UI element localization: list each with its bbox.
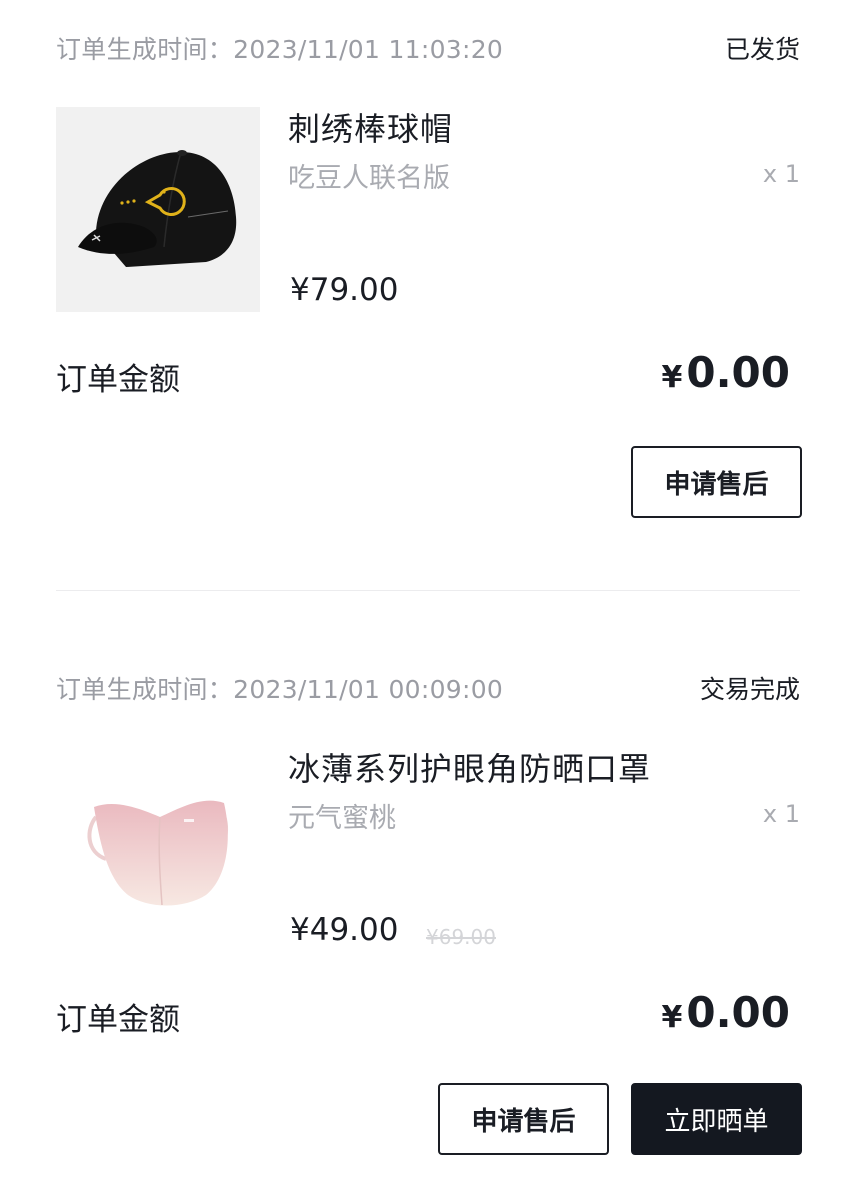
- created-time-label: 订单生成时间：: [56, 675, 234, 704]
- share-review-button[interactable]: 立即晒单: [631, 1083, 802, 1155]
- product-image[interactable]: [56, 107, 260, 312]
- product-image[interactable]: [56, 747, 260, 952]
- after-sale-button[interactable]: 申请售后: [631, 446, 802, 518]
- order-total-amount: ¥0.00: [661, 988, 790, 1037]
- product-title[interactable]: 冰薄系列护眼角防晒口罩: [288, 744, 651, 790]
- product-price: ¥79.00: [290, 272, 399, 308]
- total-value: 0.00: [686, 348, 790, 397]
- order-card: 订单生成时间：2023/11/01 11:03:20 已发货 刺绣棒球帽 吃豆人…: [0, 0, 856, 591]
- product-quantity: x 1: [762, 800, 800, 828]
- product-variant: 元气蜜桃: [288, 803, 396, 834]
- after-sale-button[interactable]: 申请售后: [438, 1083, 609, 1155]
- order-list-page: 订单生成时间：2023/11/01 11:03:20 已发货 刺绣棒球帽 吃豆人…: [0, 0, 856, 1192]
- created-time-value: 2023/11/01 11:03:20: [233, 35, 504, 64]
- order-card: 订单生成时间：2023/11/01 00:09:00 交易完成 冰薄系列护眼角防…: [0, 640, 856, 1192]
- order-created-time: 订单生成时间：2023/11/01 00:09:00: [56, 670, 503, 706]
- original-price: ¥69.00: [426, 925, 496, 949]
- order-created-time: 订单生成时间：2023/11/01 11:03:20: [56, 30, 503, 66]
- product-price: ¥49.00: [290, 912, 399, 948]
- order-total-label: 订单金额: [56, 362, 180, 398]
- order-total-amount: ¥0.00: [661, 348, 790, 397]
- currency-symbol: ¥: [661, 360, 683, 395]
- product-quantity: x 1: [762, 160, 800, 188]
- currency-symbol: ¥: [661, 1000, 683, 1035]
- order-total-label: 订单金额: [56, 1002, 180, 1038]
- face-mask-icon: [87, 800, 228, 906]
- order-status: 已发货: [724, 35, 800, 64]
- created-time-label: 订单生成时间：: [56, 35, 234, 64]
- baseball-cap-icon: [78, 150, 237, 267]
- total-value: 0.00: [686, 988, 790, 1037]
- product-title[interactable]: 刺绣棒球帽: [288, 104, 453, 150]
- product-variant: 吃豆人联名版: [288, 163, 450, 194]
- order-status: 交易完成: [699, 675, 800, 704]
- order-divider: [56, 590, 800, 591]
- created-time-value: 2023/11/01 00:09:00: [233, 675, 504, 704]
